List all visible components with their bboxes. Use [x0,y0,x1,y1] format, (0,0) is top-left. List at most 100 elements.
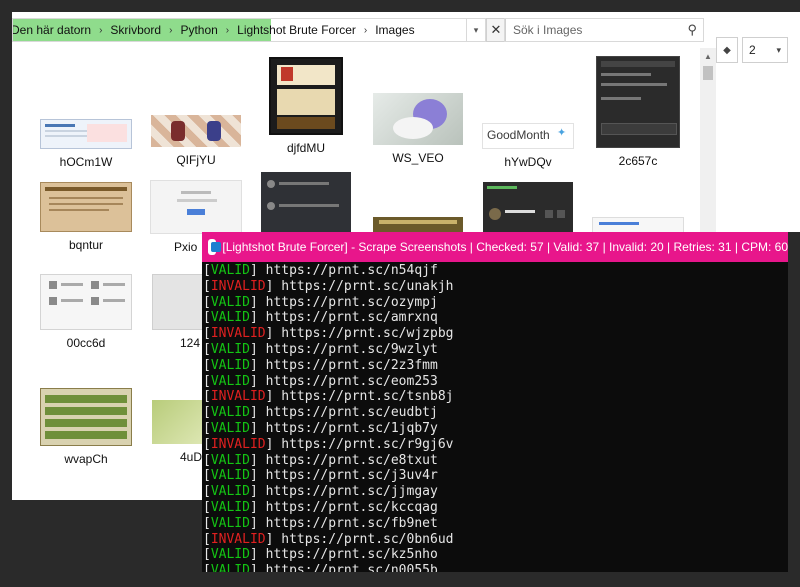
file-item[interactable]: WS_VEO [368,56,468,165]
file-thumbnail [151,115,241,147]
console-line: [VALID] https://prnt.sc/2z3fmm [203,357,438,373]
console-line: [VALID] https://prnt.sc/1jqb7y [203,420,438,436]
close-icon: ✕ [490,22,502,37]
file-item[interactable] [478,180,578,232]
console-line: [VALID] https://prnt.sc/amrxnq [203,310,438,326]
page-select-value: 2 [749,43,756,57]
url-text: https://prnt.sc/fb9net [265,515,438,531]
breadcrumb-item-lightshot[interactable]: Lightshot Brute Forcer [233,23,360,37]
breadcrumb-item-python[interactable]: Python [176,23,221,37]
file-thumbnail [483,182,573,232]
page-select[interactable]: 2 ▾ [742,37,788,63]
file-name: QIFjYU [176,153,216,167]
file-thumbnail [40,274,132,330]
address-clear-button[interactable]: ✕ [486,18,506,42]
url-text: https://prnt.sc/unakjh [281,278,454,294]
url-text: https://prnt.sc/jjmgay [265,484,438,500]
console-line: [INVALID] https://prnt.sc/0bn6ud [203,531,454,547]
console-line: [VALID] https://prnt.sc/j3uv4r [203,468,438,484]
file-item[interactable]: djfdMU [256,56,356,155]
file-thumbnail [40,182,132,232]
status-label: INVALID [210,326,266,342]
file-thumbnail: GoodMonth ✦ [482,123,574,149]
file-item[interactable]: QIFjYU [146,56,246,167]
console-line: [VALID] https://prnt.sc/kz5nho [203,547,438,563]
thumbnail-text: GoodMonth [487,128,550,142]
console-line: [VALID] https://prnt.sc/n54qjf [203,263,438,278]
console-line: [VALID] https://prnt.sc/jjmgay [203,484,438,500]
file-name: djfdMU [286,141,325,155]
console-line: [VALID] https://prnt.sc/eudbtj [203,405,438,421]
breadcrumb-item-images[interactable]: Images [371,23,418,37]
status-label: VALID [210,373,250,389]
console-title-bar[interactable]: [Lightshot Brute Forcer] - Scrape Screen… [202,232,788,262]
chevron-up-icon: ▲ [704,51,712,61]
desktop-frame-bottom [0,572,800,587]
status-label: VALID [210,357,250,373]
file-thumbnail [40,388,132,446]
url-text: https://prnt.sc/9wzlyt [265,341,438,357]
file-item[interactable] [368,217,468,233]
file-item[interactable]: 2c657c [588,56,688,168]
status-label: VALID [210,341,250,357]
chevron-up-down-icon: ◆ [723,44,731,56]
url-text: https://prnt.sc/r9gj6v [281,436,454,452]
chevron-down-icon: ▾ [473,24,479,35]
file-item[interactable]: wvapCh [36,388,136,466]
url-text: https://prnt.sc/0bn6ud [281,531,454,547]
status-label: VALID [210,547,250,563]
scroll-up-button[interactable]: ▲ [700,48,716,64]
console-line: [VALID] https://prnt.sc/9wzlyt [203,341,438,357]
file-item[interactable]: bqntur [36,180,136,252]
url-text: https://prnt.sc/amrxnq [265,310,438,326]
status-label: VALID [210,294,250,310]
file-name: 2c657c [618,154,658,168]
file-item[interactable]: hOCm1W [36,56,136,169]
status-label: VALID [210,484,250,500]
status-label: VALID [210,468,250,484]
file-thumbnail [373,217,463,233]
url-text: https://prnt.sc/e8txut [265,452,438,468]
file-item[interactable]: 00cc6d [36,274,136,350]
console-line: [INVALID] https://prnt.sc/wjzpbg [203,326,454,342]
console-title: [Lightshot Brute Forcer] - Scrape Screen… [222,240,788,254]
url-text: https://prnt.sc/j3uv4r [265,468,438,484]
status-label: VALID [210,563,250,572]
breadcrumb-item-desktop[interactable]: Skrivbord [106,23,165,37]
status-label: VALID [210,405,250,421]
url-text: https://prnt.sc/ozympj [265,294,438,310]
chevron-right-icon: › [99,24,103,36]
chevron-right-icon: › [363,24,368,36]
search-icon: ⚲ [687,22,697,37]
file-item[interactable]: GoodMonth ✦ hYwDQv [478,56,578,169]
console-line: [INVALID] https://prnt.sc/r9gj6v [203,436,454,452]
file-name: 00cc6d [66,336,106,350]
breadcrumb-item-this-pc[interactable]: Den här datorn [13,23,95,37]
console-line: [VALID] https://prnt.sc/ozympj [203,294,438,310]
url-text: https://prnt.sc/1jqb7y [265,420,438,436]
status-label: VALID [210,310,250,326]
status-label: INVALID [210,278,266,294]
chevron-down-icon: ▾ [776,44,781,55]
file-name: hYwDQv [504,155,552,169]
scroll-thumb[interactable] [703,66,713,80]
file-item[interactable] [256,172,356,232]
file-thumbnail [269,57,343,135]
search-input[interactable]: Sök i Images ⚲ [504,18,704,42]
status-label: VALID [210,263,250,278]
chevron-right-icon: › [169,24,173,36]
file-name: bqntur [68,238,104,252]
console-line: [VALID] https://prnt.sc/kccqag [203,499,438,515]
file-name: WS_VEO [392,151,444,165]
console-line: [VALID] https://prnt.sc/n0055b [202,563,788,572]
file-thumbnail [261,172,351,232]
chevron-right-icon: › [225,24,230,36]
status-label: VALID [210,420,250,436]
file-thumbnail [596,56,680,148]
dropdown-button[interactable]: ◆ [716,37,738,63]
address-bar[interactable]: Den här datorn › Skrivbord › Python › Li… [12,18,486,42]
url-text: https://prnt.sc/eom253 [265,373,438,389]
url-text: https://prnt.sc/n0055b [265,563,438,572]
app-icon [208,239,222,255]
address-dropdown-button[interactable]: ▾ [466,18,486,42]
